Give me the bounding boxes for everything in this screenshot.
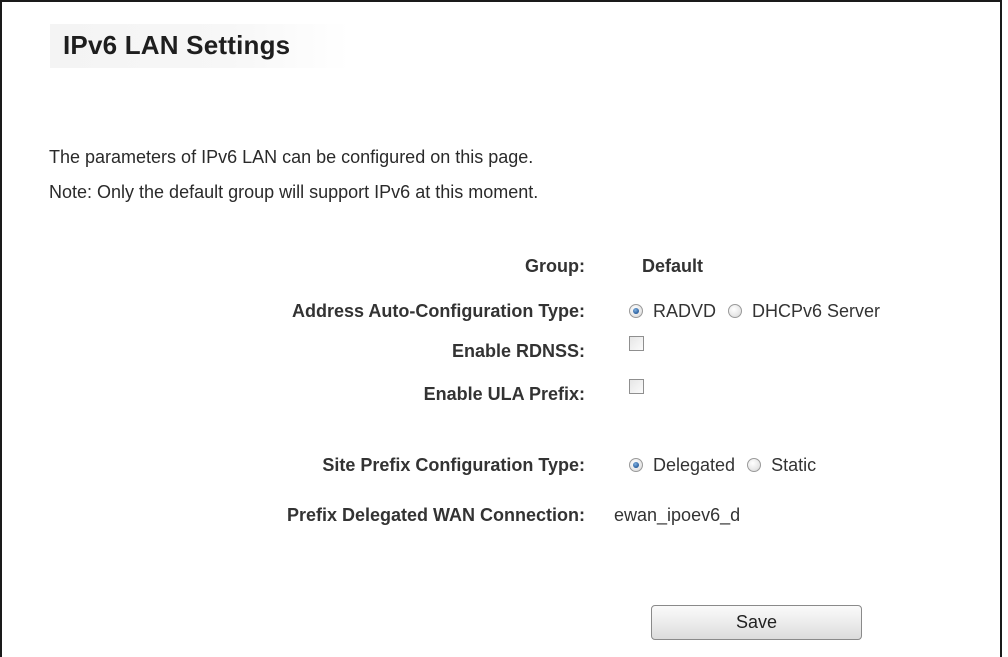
page-note: Note: Only the default group will suppor… — [49, 182, 539, 202]
site-prefix-config-options: Delegated Static — [629, 450, 828, 480]
group-row: Group: Default — [2, 251, 1002, 281]
dhcpv6-server-radio[interactable] — [728, 304, 743, 318]
page-description: The parameters of IPv6 LAN can be config… — [49, 147, 534, 167]
delegated-radio-label[interactable]: Delegated — [653, 450, 735, 480]
site-prefix-config-row: Site Prefix Configuration Type: Delegate… — [2, 450, 1002, 480]
page-title: IPv6 LAN Settings — [63, 30, 291, 60]
settings-panel: IPv6 LAN Settings The parameters of IPv6… — [0, 0, 1002, 657]
enable-rdnss-label: Enable RDNSS: — [451, 341, 585, 361]
enable-ula-prefix-label: Enable ULA Prefix: — [423, 384, 585, 404]
enable-rdnss-checkbox[interactable] — [629, 336, 644, 351]
group-value: Default — [642, 256, 704, 276]
save-button[interactable]: Save — [651, 605, 862, 640]
enable-rdnss-control — [629, 336, 644, 351]
site-prefix-config-label: Site Prefix Configuration Type: — [322, 455, 585, 475]
static-radio[interactable] — [747, 458, 762, 472]
enable-rdnss-row: Enable RDNSS: — [2, 336, 1002, 366]
radvd-radio[interactable] — [629, 304, 643, 318]
prefix-delegated-wan-row: Prefix Delegated WAN Connection: ewan_ip… — [2, 500, 1002, 530]
address-auto-config-label: Address Auto-Configuration Type: — [292, 301, 585, 321]
prefix-delegated-wan-label: Prefix Delegated WAN Connection: — [286, 505, 585, 525]
dhcpv6-server-radio-label[interactable]: DHCPv6 Server — [752, 296, 880, 326]
enable-ula-prefix-checkbox[interactable] — [629, 379, 644, 394]
enable-ula-prefix-row: Enable ULA Prefix: — [2, 379, 1002, 409]
delegated-radio[interactable] — [629, 458, 643, 472]
prefix-delegated-wan-value: ewan_ipoev6_d — [614, 505, 741, 525]
address-auto-config-options: RADVD DHCPv6 Server — [629, 296, 892, 326]
group-label: Group: — [525, 256, 585, 276]
static-radio-label[interactable]: Static — [771, 450, 816, 480]
radvd-radio-label[interactable]: RADVD — [653, 296, 716, 326]
address-auto-config-row: Address Auto-Configuration Type: RADVD D… — [2, 296, 1002, 326]
enable-ula-prefix-control — [629, 379, 644, 394]
